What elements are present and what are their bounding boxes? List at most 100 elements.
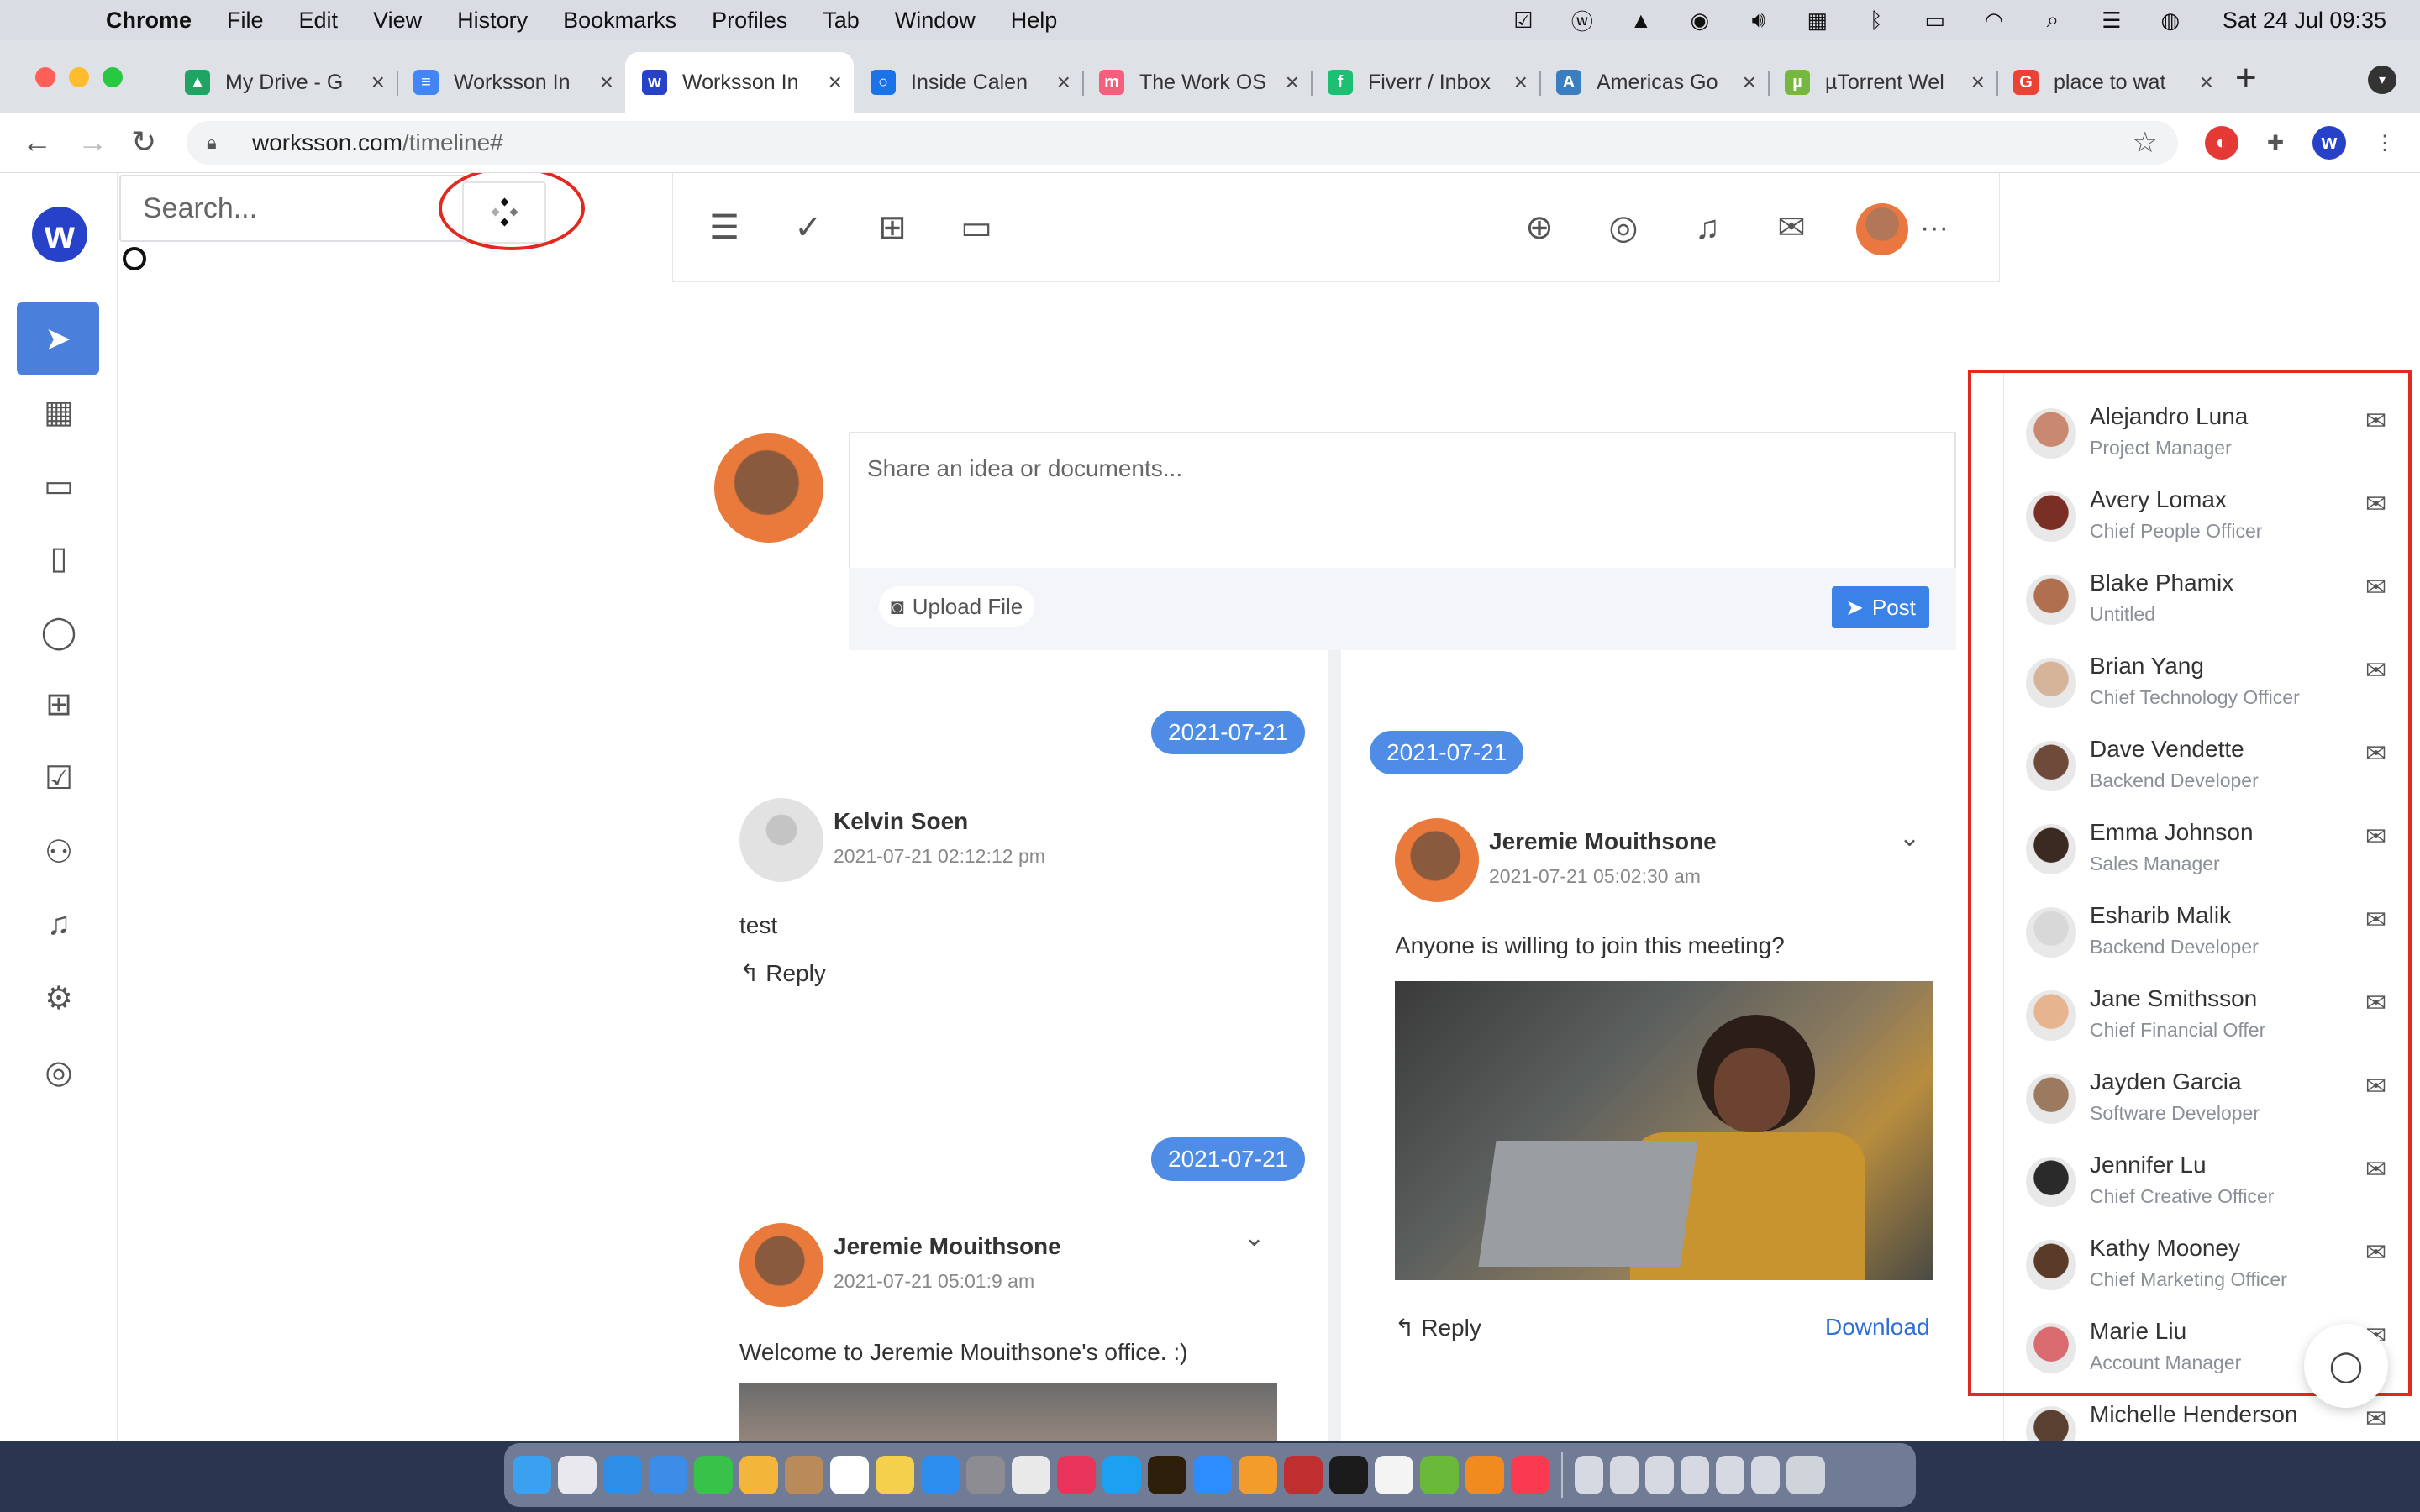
cast-status-icon[interactable]: ◉: [1685, 8, 1715, 33]
menubar-clock[interactable]: Sat 24 Jul 09:35: [2223, 8, 2386, 34]
facetime-icon[interactable]: [694, 1456, 733, 1494]
notification-bell-icon[interactable]: ♫: [1686, 207, 1728, 249]
tab-search-icon[interactable]: ▾: [2368, 66, 2396, 94]
safari-icon[interactable]: [603, 1456, 642, 1494]
browser-tab[interactable]: ○ Inside Calen ×: [854, 52, 1082, 113]
mail-icon[interactable]: ✉: [2365, 1404, 2386, 1434]
music-icon[interactable]: [1511, 1456, 1549, 1494]
control-center-icon[interactable]: ☰: [2096, 8, 2127, 33]
timeline-send-icon[interactable]: ➤: [17, 302, 99, 375]
minimize-window-button[interactable]: [69, 67, 89, 87]
chevron-down-icon[interactable]: ⌄: [1244, 1223, 1265, 1252]
menu-edit[interactable]: Edit: [299, 8, 339, 34]
bell-icon[interactable]: ♫: [32, 897, 86, 951]
users-icon[interactable]: ⚇: [32, 825, 86, 879]
search-magnifier-icon[interactable]: [123, 247, 146, 270]
wifi-icon[interactable]: ◠: [1979, 8, 2009, 33]
post-author[interactable]: Kelvin Soen: [834, 808, 968, 835]
menu-tab[interactable]: Tab: [823, 8, 860, 34]
worksson-logo[interactable]: w: [32, 207, 87, 262]
photos-icon[interactable]: [739, 1456, 778, 1494]
browser-tab[interactable]: w Worksson In ×: [625, 52, 854, 113]
reload-icon[interactable]: ↻: [131, 124, 156, 160]
display-status-icon[interactable]: ▦: [1802, 8, 1833, 33]
more-dots-icon[interactable]: ···: [1913, 207, 1955, 249]
browser-tab[interactable]: ▲ My Drive - G ×: [168, 52, 397, 113]
close-window-button[interactable]: [35, 67, 55, 87]
browser-tab[interactable]: µ µTorrent Wel ×: [1768, 52, 1996, 113]
tab-close-icon[interactable]: ×: [600, 69, 613, 96]
globe-icon[interactable]: ◎: [1602, 207, 1644, 249]
zoom-icon[interactable]: [1193, 1456, 1232, 1494]
check-circle-icon[interactable]: ✓: [787, 207, 829, 249]
chrome-menu-icon[interactable]: ⋮: [2368, 126, 2402, 160]
dock-document-icon[interactable]: [1575, 1456, 1603, 1494]
launchpad-icon[interactable]: [558, 1456, 597, 1494]
reply-link[interactable]: ↰ Reply: [739, 959, 826, 987]
battery-icon[interactable]: ▭: [1920, 8, 1950, 33]
illustrator-icon[interactable]: [1148, 1456, 1186, 1494]
extension-red-icon[interactable]: ◐: [2205, 126, 2238, 160]
system-preferences-icon[interactable]: [966, 1456, 1005, 1494]
tab-close-icon[interactable]: ×: [1057, 69, 1071, 96]
dock-document-icon[interactable]: [1716, 1456, 1744, 1494]
dock-document-icon[interactable]: [1751, 1456, 1780, 1494]
vlc-icon[interactable]: [1465, 1456, 1504, 1494]
check-status-icon[interactable]: ☑: [1508, 8, 1539, 33]
tab-close-icon[interactable]: ×: [1971, 69, 1985, 96]
monitor-icon[interactable]: ▭: [955, 207, 997, 249]
calendar-app-icon[interactable]: [830, 1456, 869, 1494]
browser-tab[interactable]: ≡ Worksson In ×: [397, 52, 625, 113]
worksson-status-icon[interactable]: ⓦ: [1567, 8, 1597, 34]
creative-cloud-icon[interactable]: [1057, 1456, 1096, 1494]
apple-tv-icon[interactable]: [1329, 1456, 1368, 1494]
finder-icon[interactable]: [513, 1456, 551, 1494]
book-icon[interactable]: ▯: [32, 531, 86, 585]
zoom-window-button[interactable]: [103, 67, 123, 87]
pages-icon[interactable]: [1239, 1456, 1277, 1494]
post-author[interactable]: Jeremie Mouithsone: [1489, 828, 1717, 855]
search-input[interactable]: [119, 175, 464, 242]
browser-tab[interactable]: Gplace to wat ×: [1996, 52, 2225, 113]
menu-file[interactable]: File: [227, 8, 264, 34]
download-link[interactable]: Download: [1825, 1314, 1930, 1341]
post-button[interactable]: ➤ Post: [1832, 586, 1929, 628]
notes-icon[interactable]: [876, 1456, 914, 1494]
chrome-icon[interactable]: [1012, 1456, 1050, 1494]
help-lifebuoy-icon[interactable]: ◎: [32, 1045, 86, 1099]
chevron-down-icon[interactable]: ⌄: [1899, 823, 1920, 853]
textedit-icon[interactable]: [1375, 1456, 1413, 1494]
menu-profiles[interactable]: Profiles: [712, 8, 787, 34]
tab-close-icon[interactable]: ×: [1514, 69, 1528, 96]
menu-history[interactable]: History: [457, 8, 528, 34]
apps-grid-icon[interactable]: ⊞: [32, 677, 86, 731]
spotlight-icon[interactable]: ⌕: [2038, 7, 2068, 33]
menu-app[interactable]: Chrome: [106, 8, 192, 34]
dock-document-icon[interactable]: [1645, 1456, 1674, 1494]
new-tab-button[interactable]: +: [2235, 57, 2257, 99]
utorrent-icon[interactable]: [1420, 1456, 1459, 1494]
hamburger-menu-icon[interactable]: ☰: [703, 207, 745, 249]
post-composer-input[interactable]: Share an idea or documents...: [849, 432, 1956, 573]
user-avatar[interactable]: [1856, 203, 1908, 255]
add-circle-icon[interactable]: ⊕: [1518, 207, 1560, 249]
tab-close-icon[interactable]: ×: [1743, 69, 1756, 96]
contacts-icon[interactable]: [785, 1456, 823, 1494]
browser-tab[interactable]: m The Work OS ×: [1082, 52, 1311, 113]
grid-icon[interactable]: ⊞: [871, 207, 913, 249]
vlc-status-icon[interactable]: ▲: [1626, 8, 1656, 33]
mail-app-icon[interactable]: [649, 1456, 687, 1494]
reply-link[interactable]: ↰ Reply: [1395, 1314, 1481, 1341]
menu-help[interactable]: Help: [1011, 8, 1058, 34]
chat-fab-button[interactable]: ◯: [2304, 1324, 2388, 1408]
calendar-icon[interactable]: ▦: [32, 385, 86, 438]
task-check-icon[interactable]: ☑: [32, 751, 86, 805]
app-store-icon[interactable]: [921, 1456, 960, 1494]
extensions-puzzle-icon[interactable]: ✚: [2259, 126, 2292, 160]
folder-icon[interactable]: ▭: [32, 459, 86, 512]
trash-icon[interactable]: [1786, 1456, 1825, 1494]
menu-view[interactable]: View: [373, 8, 422, 34]
mail-icon[interactable]: ✉: [1770, 207, 1812, 249]
bookmark-star-icon[interactable]: ☆: [2133, 126, 2158, 160]
siri-icon[interactable]: ◍: [2155, 8, 2186, 33]
